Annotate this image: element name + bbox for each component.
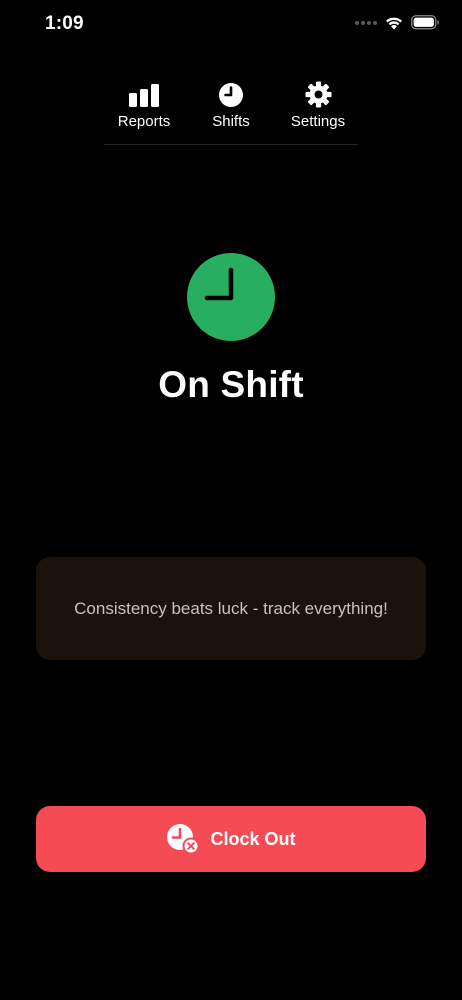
motivation-quote: Consistency beats luck - track everythin… — [74, 598, 388, 618]
clock-out-label: Clock Out — [210, 828, 296, 849]
shift-clock-icon — [186, 252, 276, 342]
cellular-dots-icon — [355, 20, 377, 25]
motivation-card: Consistency beats luck - track everythin… — [36, 557, 426, 660]
shift-status-title: On Shift — [158, 364, 304, 405]
clock-cancel-icon — [166, 823, 200, 855]
nav-label-shifts: Shifts — [212, 113, 250, 130]
nav-label-settings: Settings — [290, 113, 346, 130]
nav-item-shifts[interactable]: Shifts — [191, 80, 271, 144]
bar-chart-icon — [128, 80, 160, 108]
nav-item-settings[interactable]: Settings — [278, 80, 358, 144]
gear-icon — [305, 80, 332, 108]
clock-out-button[interactable]: Clock Out — [36, 806, 426, 872]
status-icons — [355, 15, 440, 30]
battery-icon — [411, 15, 439, 30]
top-nav: Reports Shifts Settings — [104, 80, 358, 145]
wifi-icon — [386, 17, 402, 30]
status-time: 1:09 — [45, 13, 84, 34]
nav-item-reports[interactable]: Reports — [104, 80, 184, 144]
clock-icon — [218, 80, 244, 108]
status-bar: 1:09 — [0, 0, 462, 50]
nav-label-reports: Reports — [117, 113, 171, 130]
